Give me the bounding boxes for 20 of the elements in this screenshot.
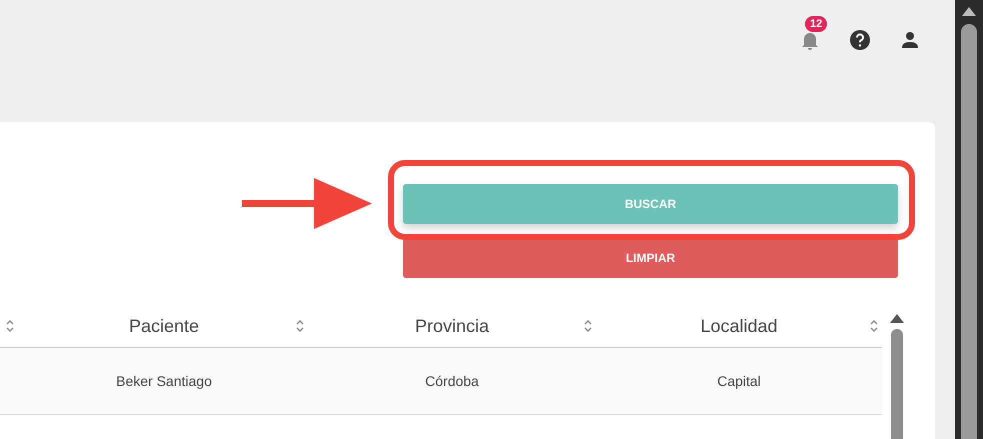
scroll-up-icon[interactable] (890, 313, 904, 323)
notification-badge: 12 (805, 16, 828, 32)
scroll-up-icon[interactable] (962, 6, 976, 16)
sort-icon[interactable] (870, 319, 878, 333)
scrollbar-thumb[interactable] (961, 24, 977, 439)
table-cell-text: Córdoba (424, 372, 480, 391)
clear-button[interactable]: LIMPIAR (403, 238, 898, 278)
sort-icon[interactable] (584, 319, 592, 333)
table-cell-text: Capital (716, 372, 762, 391)
sort-icon[interactable] (296, 319, 304, 333)
sort-icon[interactable] (6, 319, 14, 333)
column-header: Paciente (128, 316, 200, 336)
user-icon[interactable] (901, 31, 919, 49)
table-cell-text: Beker Santiago (115, 372, 213, 391)
bell-icon[interactable] (801, 30, 819, 50)
search-button[interactable]: BUSCAR (403, 184, 898, 224)
scrollbar-thumb[interactable] (890, 329, 902, 439)
help-icon[interactable] (849, 29, 871, 51)
column-header: Provincia (414, 316, 490, 336)
column-header: Localidad (700, 316, 778, 336)
